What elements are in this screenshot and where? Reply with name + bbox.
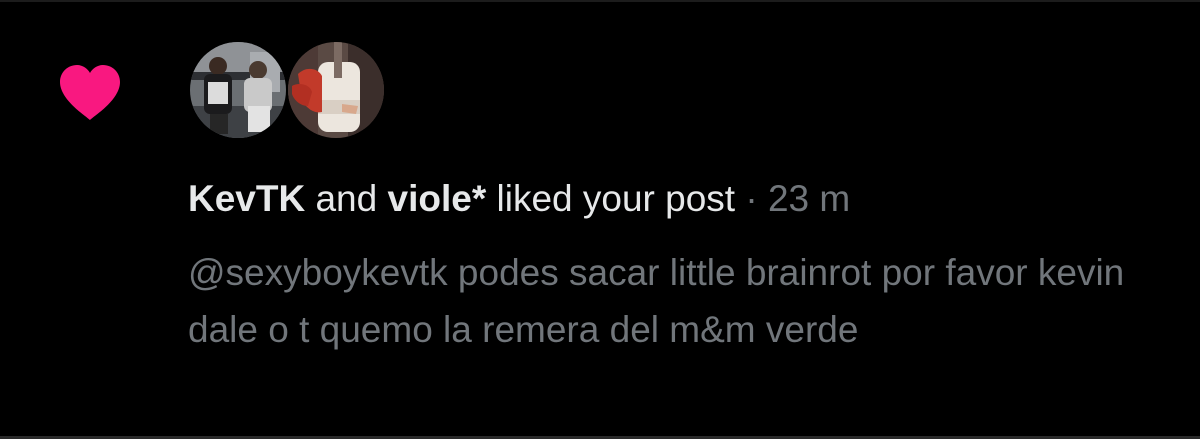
connector-text: and xyxy=(305,178,388,219)
avatar-viole[interactable] xyxy=(288,42,384,138)
separator-dot: · xyxy=(735,178,768,219)
username-viole[interactable]: viole* xyxy=(388,178,487,219)
avatar-kevtk[interactable] xyxy=(190,42,286,138)
timestamp: 23 m xyxy=(767,178,851,219)
like-notification[interactable]: KevTK and viole* liked your post · 23 m … xyxy=(0,0,1200,439)
username-kevtk[interactable]: KevTK xyxy=(188,178,305,219)
action-text: liked your post xyxy=(486,178,736,219)
notification-headline: KevTK and viole* liked your post · 23 m xyxy=(188,176,850,222)
heart-icon xyxy=(60,65,120,120)
avatar-group xyxy=(190,42,384,142)
post-preview-text[interactable]: @sexyboykevtk podes sacar little brainro… xyxy=(188,244,1178,358)
divider xyxy=(0,0,1200,2)
